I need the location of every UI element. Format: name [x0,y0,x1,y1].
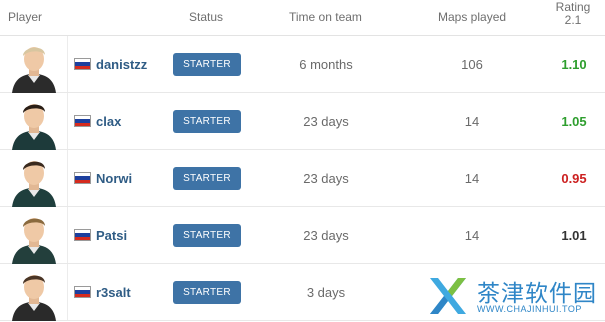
player-row[interactable]: clax STARTER 23 days 14 1.05 [0,93,605,150]
watermark-logo-icon [430,278,466,314]
rating-value: 0.95 [561,171,587,186]
status-badge-button[interactable]: STARTER [173,53,241,76]
rating-header-label: Rating [555,0,591,14]
column-header-rating: Rating 2.1 [548,1,598,27]
time-on-team-value: 23 days [303,171,349,186]
column-header-maps-played: Maps played [438,10,507,24]
russia-flag-icon [74,286,91,298]
status-badge-button[interactable]: STARTER [173,110,241,133]
status-badge-button[interactable]: STARTER [173,224,241,247]
russia-flag-icon [74,58,91,70]
player-photo[interactable] [6,267,62,321]
player-nickname-link[interactable]: Patsi [96,228,127,243]
row-divider [67,150,68,206]
russia-flag-icon [74,229,91,241]
player-nickname-link[interactable]: danistzz [96,57,147,72]
player-photo[interactable] [6,39,62,93]
row-divider [67,36,68,92]
watermark-url: WWW.CHAJINHUI.TOP [477,304,582,314]
player-photo[interactable] [6,96,62,150]
maps-played-value: 14 [464,114,480,129]
time-on-team-value: 6 months [299,57,353,72]
table-header: Player Status Time on team Maps played R… [0,0,605,36]
player-photo[interactable] [6,210,62,264]
column-header-player: Player [8,10,43,24]
player-photo[interactable] [6,153,62,207]
rating-value: 1.01 [561,228,587,243]
rating-value: 1.10 [561,57,587,72]
watermark: 茶津软件园 WWW.CHAJINHUI.TOP [420,270,605,322]
player-nickname-link[interactable]: clax [96,114,121,129]
russia-flag-icon [74,115,91,127]
status-badge-button[interactable]: STARTER [173,167,241,190]
rating-value: 1.05 [561,114,587,129]
time-on-team-value: 23 days [303,228,349,243]
status-badge-button[interactable]: STARTER [173,281,241,304]
column-header-status: Status [189,10,224,24]
rating-header-version: 2.1 [564,13,582,27]
row-divider [67,264,68,320]
russia-flag-icon [74,172,91,184]
column-header-time-on-team: Time on team [289,10,362,24]
watermark-name: 茶津软件园 [477,281,597,307]
player-row[interactable]: Patsi STARTER 23 days 14 1.01 [0,207,605,264]
player-row[interactable]: Norwi STARTER 23 days 14 0.95 [0,150,605,207]
row-divider [67,93,68,149]
player-nickname-link[interactable]: r3salt [96,285,131,300]
maps-played-value: 106 [461,57,483,72]
row-divider [67,207,68,263]
player-nickname-link[interactable]: Norwi [96,171,132,186]
time-on-team-value: 23 days [303,114,349,129]
maps-played-value: 14 [464,228,480,243]
time-on-team-value: 3 days [306,285,346,300]
maps-played-value: 14 [464,171,480,186]
player-row[interactable]: danistzz STARTER 6 months 106 1.10 [0,36,605,93]
